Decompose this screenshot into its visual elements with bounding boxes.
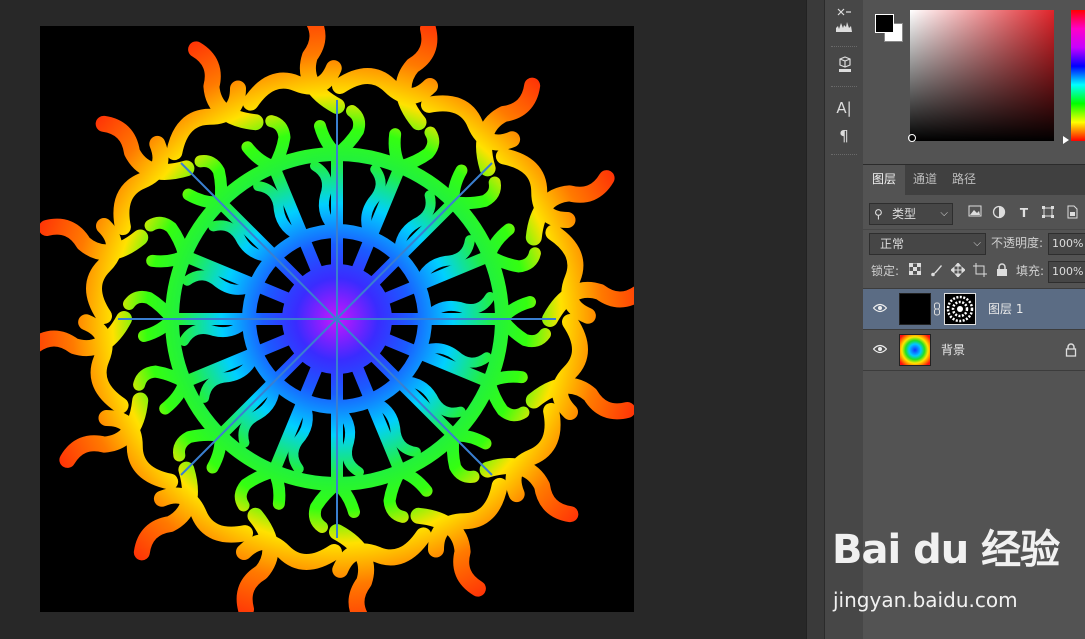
- lock-label: 锁定:: [871, 264, 900, 278]
- blend-opacity-row: 正常 ⌵ 不透明度: 100%: [863, 229, 1085, 256]
- histogram-icon[interactable]: [830, 14, 858, 38]
- outer-curl: [552, 314, 588, 420]
- lock-row: 锁定: 填充: 100%: [863, 258, 1085, 284]
- foreground-color-swatch[interactable]: [875, 14, 894, 33]
- blend-mode-value: 正常: [880, 237, 905, 251]
- paragraph-panel-icon[interactable]: ¶: [830, 124, 858, 148]
- outer-curl: [86, 218, 122, 324]
- lock-all-icon[interactable]: [994, 263, 1010, 279]
- document-workspace[interactable]: [0, 0, 806, 639]
- layer-row-background[interactable]: 背景: [863, 329, 1085, 371]
- character-panel-icon[interactable]: A|: [830, 96, 858, 120]
- layer-filter-row: ⚲ 类型 ⌵ T: [863, 198, 1085, 228]
- opacity-label: 不透明度:: [991, 236, 1044, 250]
- green-curl: [308, 478, 343, 533]
- lock-icon: [1065, 343, 1077, 357]
- kind-filter-label: 类型: [892, 207, 917, 221]
- green-curl: [496, 313, 551, 348]
- tab-paths[interactable]: 路径: [945, 165, 983, 195]
- green-curl: [123, 290, 178, 325]
- blend-mode-select[interactable]: 正常 ⌵: [869, 233, 986, 255]
- tab-channels[interactable]: 通道: [905, 165, 945, 195]
- green-curl: [331, 105, 366, 160]
- lock-transparent-pixels-icon[interactable]: [907, 262, 923, 279]
- color-panel: [863, 0, 1085, 160]
- layer-name[interactable]: 图层 1: [988, 301, 1023, 317]
- layer-thumbnail[interactable]: [899, 293, 931, 325]
- tool-separator: [831, 86, 857, 87]
- outer-curl: [332, 68, 438, 104]
- tool-separator: [831, 154, 857, 155]
- color-picker-field[interactable]: [910, 10, 1054, 141]
- 3d-cube-icon[interactable]: [830, 53, 858, 77]
- layer-mask-thumbnail[interactable]: [944, 293, 976, 325]
- shape-filter-icon[interactable]: [1040, 205, 1056, 221]
- panel-collapse-strip[interactable]: [806, 0, 825, 639]
- fill-field[interactable]: 100%: [1048, 261, 1085, 283]
- hue-slider[interactable]: [1071, 10, 1085, 141]
- color-field-marker[interactable]: [908, 134, 916, 142]
- chevron-down-icon: ⌵: [940, 208, 948, 219]
- chain-link-icon[interactable]: [933, 302, 941, 316]
- outer-curl: [236, 534, 342, 570]
- eye-icon[interactable]: [873, 303, 887, 313]
- opacity-field[interactable]: 100%: [1048, 233, 1085, 255]
- lock-position-icon[interactable]: [950, 262, 966, 279]
- lock-artboard-icon[interactable]: [972, 263, 988, 279]
- fill-label: 填充:: [1016, 264, 1045, 278]
- tool-separator: [831, 46, 857, 47]
- text-tool-label: A|: [836, 99, 852, 117]
- baidu-jingyan-watermark: Bai du 经验 jingyan.baidu.com: [832, 520, 1082, 620]
- layer-row-layer1[interactable]: 图层 1: [863, 288, 1085, 329]
- smart-object-filter-icon[interactable]: [1064, 205, 1080, 221]
- watermark-logo: Bai du 经验: [832, 527, 1060, 573]
- adjustment-filter-icon[interactable]: [991, 205, 1007, 221]
- layers-tabs: 图层 通道 路径: [863, 164, 1085, 195]
- hue-slider-marker[interactable]: [1063, 136, 1069, 144]
- layer-thumbnail[interactable]: [899, 334, 931, 366]
- layer-name[interactable]: 背景: [941, 342, 965, 358]
- layer-kind-filter[interactable]: ⚲ 类型 ⌵: [869, 203, 953, 225]
- tab-layers[interactable]: 图层: [863, 165, 905, 195]
- paragraph-tool-label: ¶: [839, 127, 849, 145]
- kaleidoscope-artwork: [40, 26, 634, 612]
- document-canvas[interactable]: [40, 26, 634, 612]
- image-filter-icon[interactable]: [967, 205, 983, 221]
- chevron-down-icon: ⌵: [973, 238, 981, 249]
- type-filter-icon[interactable]: T: [1016, 205, 1032, 221]
- watermark-url: jingyan.baidu.com: [833, 588, 1018, 612]
- search-icon: ⚲: [874, 207, 883, 221]
- lock-image-pixels-icon[interactable]: [929, 263, 945, 279]
- eye-icon[interactable]: [873, 344, 887, 354]
